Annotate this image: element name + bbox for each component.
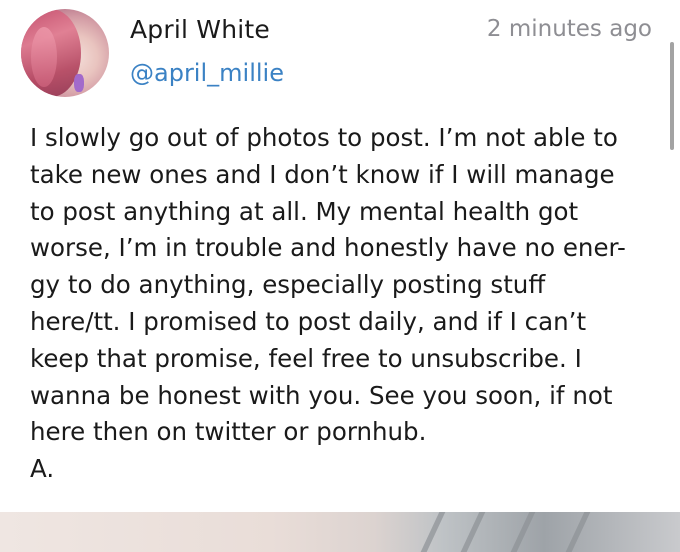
post-timestamp: 2 minutes ago (486, 16, 652, 42)
photo-hair-strand (565, 512, 591, 552)
avatar[interactable] (21, 9, 109, 97)
photo-hair-strand (510, 512, 536, 552)
avatar-earring (74, 74, 84, 92)
post-body: I slowly go out of photos to post. I’m n… (30, 123, 626, 484)
avatar-hair-highlight (31, 27, 57, 87)
scrollbar[interactable] (670, 42, 674, 150)
post-photo[interactable] (0, 512, 680, 552)
post-card: April White @april_millie 2 minutes ago … (0, 0, 680, 552)
photo-hair-strand (460, 512, 486, 552)
author-name[interactable]: April White (130, 15, 270, 44)
author-handle[interactable]: @april_millie (130, 59, 284, 87)
photo-hair-strand (420, 512, 446, 552)
